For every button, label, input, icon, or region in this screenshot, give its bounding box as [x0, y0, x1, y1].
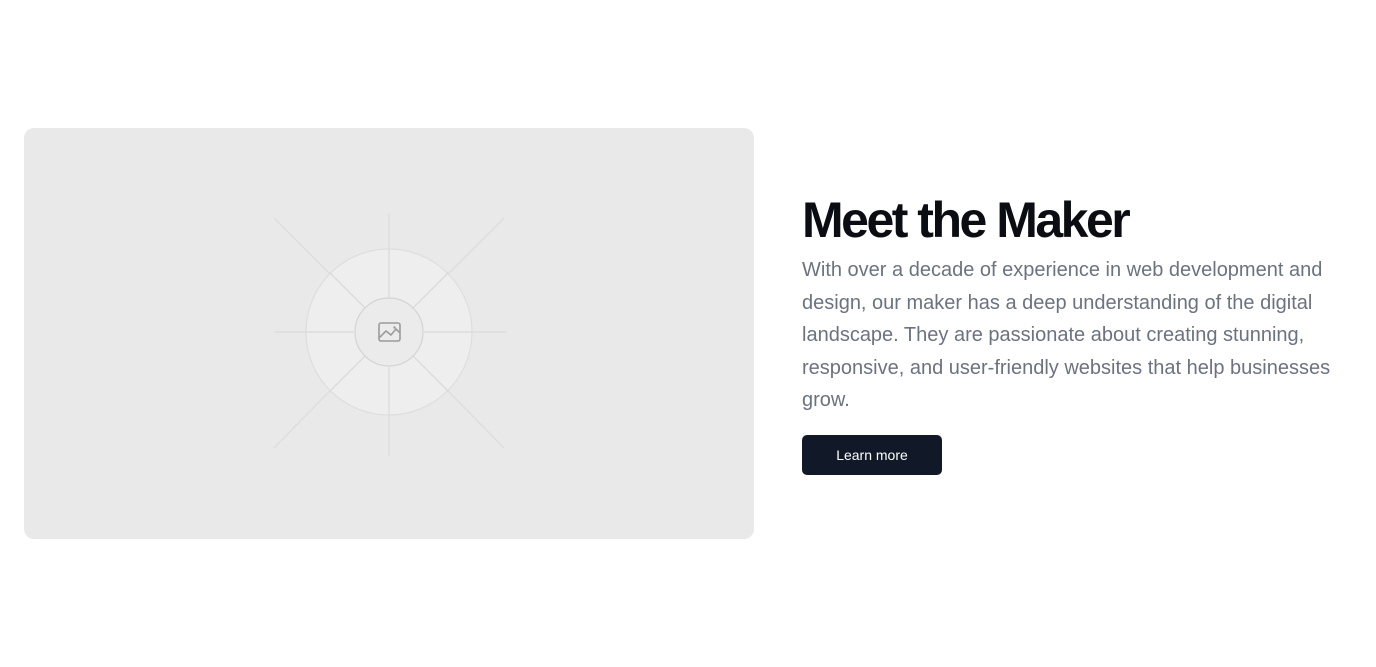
image-placeholder-graphic [273, 213, 506, 456]
about-section: Meet the Maker With over a decade of exp… [0, 0, 1376, 667]
section-description: With over a decade of experience in web … [802, 259, 1331, 411]
learn-more-button[interactable]: Learn more [802, 434, 942, 475]
image-placeholder-card [24, 128, 754, 539]
about-content: Meet the Maker With over a decade of exp… [802, 190, 1358, 475]
section-title: Meet the Maker [802, 192, 1131, 248]
